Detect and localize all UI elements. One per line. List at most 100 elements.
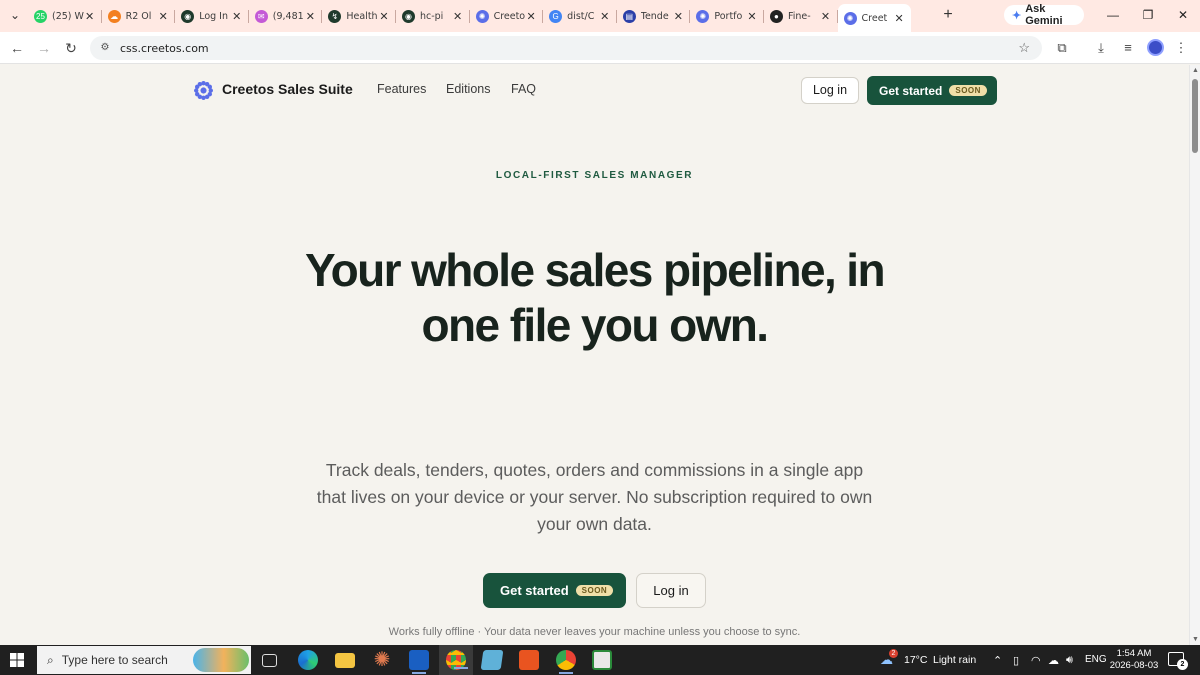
google-icon: G [549,9,563,23]
forward-arrow-icon[interactable]: → [35,39,53,57]
tab-close-icon[interactable]: ✕ [599,10,611,23]
bookmark-star-icon[interactable]: ☆ [1018,40,1030,56]
search-icon: ⌕ [47,652,54,667]
creetos-icon: ✺ [475,9,489,23]
web-page: Creetos Sales Suite Features Editions FA… [0,65,1189,645]
tab-close-icon[interactable]: ✕ [84,10,96,23]
tab-close-icon[interactable]: ✕ [231,10,243,23]
clock-date: 2026-08-03 [1109,660,1159,671]
address-bar[interactable]: ⚙ css.creetos.com ☆ [90,36,1042,60]
notes-icon[interactable] [480,650,504,670]
browser-tab[interactable]: ✉ (9,481 ✕ [249,4,323,28]
downloads-icon[interactable]: ⤓ [1092,39,1110,57]
browser-tab[interactable]: Gdist/C ✕ [543,4,617,28]
app-icon: ◉ [181,9,195,23]
tray-overflow-chevron-icon[interactable]: ⌃ [993,654,1002,667]
hero-login-button[interactable]: Log in [636,573,706,608]
browser-toolbar: ← → ↻ ⚙ css.creetos.com ☆ ⧉ ⤓ ≡ ⋮ [0,32,1200,64]
media-controls-icon[interactable]: ≡ [1119,39,1137,57]
extensions-icon[interactable]: ⧉ [1053,39,1071,57]
tray-device-icon[interactable]: ▯ [1013,654,1019,667]
restore-button[interactable]: ❐ [1139,6,1157,24]
creetos-icon: ✺ [843,11,857,25]
nav-link-features[interactable]: Features [377,82,426,96]
app-icon: ◉ [401,9,415,23]
tab-close-icon[interactable]: ✕ [157,10,169,23]
page-scrollbar[interactable]: ▲ ▼ [1189,65,1200,645]
browser-tab[interactable]: ✺ Creet ✕ [837,4,912,32]
soon-badge: SOON [575,585,614,596]
browser-tab[interactable]: ◉ Log In ✕ [175,4,249,28]
tab-close-icon[interactable]: ✕ [893,12,905,25]
tab-title: (9,481 [272,10,304,22]
url-text[interactable]: css.creetos.com [120,42,209,55]
outlook-icon[interactable] [409,650,429,674]
browser-tab[interactable]: 25 (25) W ✕ [28,4,102,28]
browser-tab[interactable]: ↯ Health ✕ [322,4,396,28]
tab-close-icon[interactable]: ✕ [525,10,537,23]
tab-title: (25) W [52,10,84,22]
tab-close-icon[interactable]: ✕ [820,10,832,23]
scroll-down-icon[interactable]: ▼ [1192,636,1199,643]
chrome-profile-icon[interactable] [556,650,576,674]
wifi-icon[interactable]: ◠ [1031,654,1041,667]
header-get-started-button[interactable]: Get started SOON [867,76,997,105]
browser-tab[interactable]: ✺ Portfo ✕ [690,4,764,28]
windows-start-icon[interactable] [10,653,24,667]
site-info-icon[interactable]: ⚙ [98,41,112,55]
taskbar-search-box[interactable]: ⌕ Type here to search [37,646,251,674]
scroll-thumb[interactable] [1192,79,1198,153]
tab-close-icon[interactable]: ✕ [452,10,464,23]
browser-tab[interactable]: ☁ R2 Ol ✕ [102,4,176,28]
brand-name[interactable]: Creetos Sales Suite [222,81,353,97]
tab-close-icon[interactable]: ✕ [746,10,758,23]
minimize-button[interactable]: — [1104,6,1122,24]
nav-link-editions[interactable]: Editions [446,82,490,96]
tab-close-icon[interactable]: ✕ [304,10,316,23]
claude-icon[interactable]: ✺ [372,650,392,670]
volume-icon[interactable]: 🔊︎ [1066,654,1073,667]
browser-tab[interactable]: ● Fine- ✕ [764,4,838,28]
header-login-button[interactable]: Log in [801,77,859,104]
reload-icon[interactable]: ↻ [62,39,80,57]
weather-alert-badge: 2 [889,649,898,658]
input-language[interactable]: ENG [1085,654,1107,665]
tab-search-dropdown-icon[interactable]: ⌄ [6,6,24,24]
nav-link-faq[interactable]: FAQ [511,82,536,96]
ubuntu-icon[interactable] [519,650,539,670]
hero-get-started-button[interactable]: Get started SOON [483,573,626,608]
hero-eyebrow: LOCAL-FIRST SALES MANAGER [495,170,694,181]
edge-icon[interactable] [298,650,318,670]
browser-menu-icon[interactable]: ⋮ [1172,39,1190,57]
close-window-button[interactable]: ✕ [1174,6,1192,24]
get-started-label: Get started [879,83,943,98]
weather-temperature[interactable]: 17°C [904,654,927,666]
browser-tab[interactable]: ✺ Creeto ✕ [470,4,544,28]
clock-time: 1:54 AM [1116,648,1152,659]
whatsapp-icon: 25 [34,9,47,23]
search-highlight-image [193,648,249,672]
creetos-logo-icon[interactable] [192,79,215,102]
back-arrow-icon[interactable]: ← [8,39,26,57]
cloud-sync-icon[interactable]: ☁ [1048,654,1059,667]
browser-tab[interactable]: ▤ Tende ✕ [617,4,691,28]
tab-title: R2 Ol [125,10,152,22]
tab-close-icon[interactable]: ✕ [378,10,390,23]
soon-badge: SOON [949,85,987,96]
weather-condition[interactable]: Light rain [933,654,976,666]
new-tab-button[interactable]: + [940,6,956,24]
tab-list: 25 (25) W ✕ ☁ R2 Ol ✕ ◉ Log In ✕ ✉ (9,481 ✕ ↯ Health ✕… [28,4,912,32]
system-clock[interactable]: 1:54 AM 2026-08-03 [1106,648,1162,672]
tab-close-icon[interactable]: ✕ [672,10,684,23]
ask-gemini-label: Ask Gemini [1025,3,1063,27]
terminal-icon[interactable] [592,650,612,670]
profile-avatar[interactable] [1147,39,1164,56]
scroll-up-icon[interactable]: ▲ [1192,67,1199,74]
tab-title: Fine- [787,10,811,22]
file-explorer-icon[interactable] [335,653,355,668]
ask-gemini-button[interactable]: ✦ Ask Gemini [1004,3,1084,27]
task-view-icon[interactable] [262,654,277,667]
browser-tab[interactable]: ◉ hc-pi ✕ [396,4,470,28]
windows-taskbar: ⌕ Type here to search ✺ ☁ 2 17°C Light r… [0,645,1200,675]
chrome-icon[interactable] [446,650,468,670]
